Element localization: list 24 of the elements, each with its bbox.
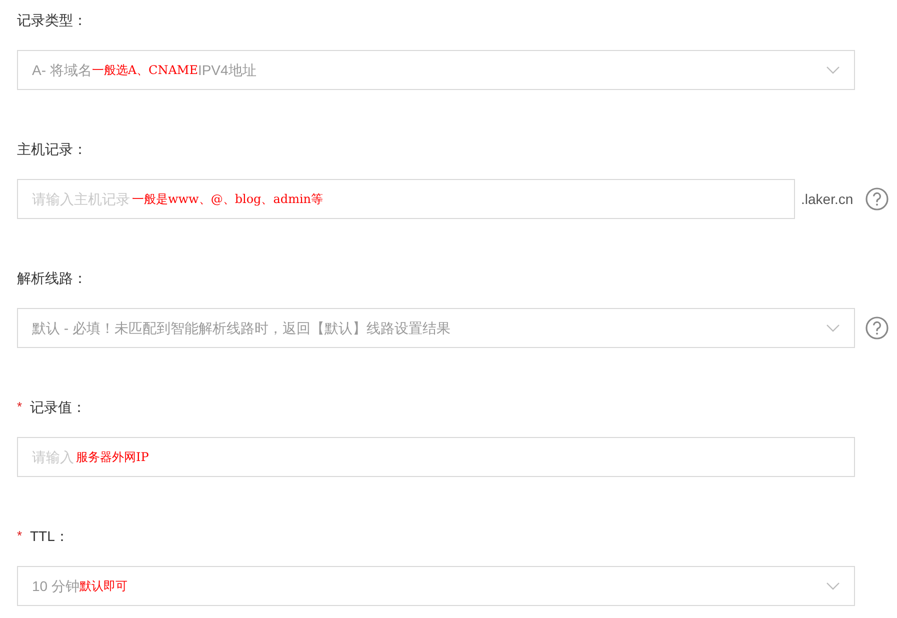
help-icon[interactable]	[865, 187, 889, 211]
domain-suffix: .laker.cn	[801, 190, 854, 208]
select-dropdown[interactable]: 10 分钟默认即可	[17, 566, 855, 606]
field-label: 主机记录：	[17, 140, 87, 158]
chevron-down-icon	[826, 582, 840, 590]
chevron-down-icon	[826, 66, 840, 74]
field-label: 记录类型：	[17, 10, 87, 30]
field-label: 记录值：	[30, 398, 86, 416]
annotation-note: 服务器外网IP	[76, 449, 149, 466]
chevron-down-icon	[826, 324, 840, 332]
annotation-note: 一般是www、@、blog、admin等	[132, 191, 324, 208]
select-value: A- 将域名	[32, 60, 92, 80]
select-dropdown[interactable]: A- 将域名 一般选A、CNAMEIPV4地址	[17, 50, 855, 90]
field-label: TTL：	[30, 526, 69, 546]
field-label: 解析线路：	[17, 268, 87, 288]
select-value: 10 分钟	[32, 576, 80, 596]
annotation-note: 默认即可	[79, 578, 128, 595]
required-asterisk: *	[17, 398, 24, 416]
help-icon[interactable]	[865, 316, 889, 340]
required-asterisk: *	[17, 527, 24, 546]
select-dropdown[interactable]: 默认 - 必填！未匹配到智能解析线路时，返回【默认】线路设置结果	[17, 308, 855, 348]
select-value: 默认 - 必填！未匹配到智能解析线路时，返回【默认】线路设置结果	[32, 318, 450, 338]
select-value: IPV4地址	[198, 60, 256, 80]
annotation-note: 一般选A、CNAME	[92, 62, 198, 79]
